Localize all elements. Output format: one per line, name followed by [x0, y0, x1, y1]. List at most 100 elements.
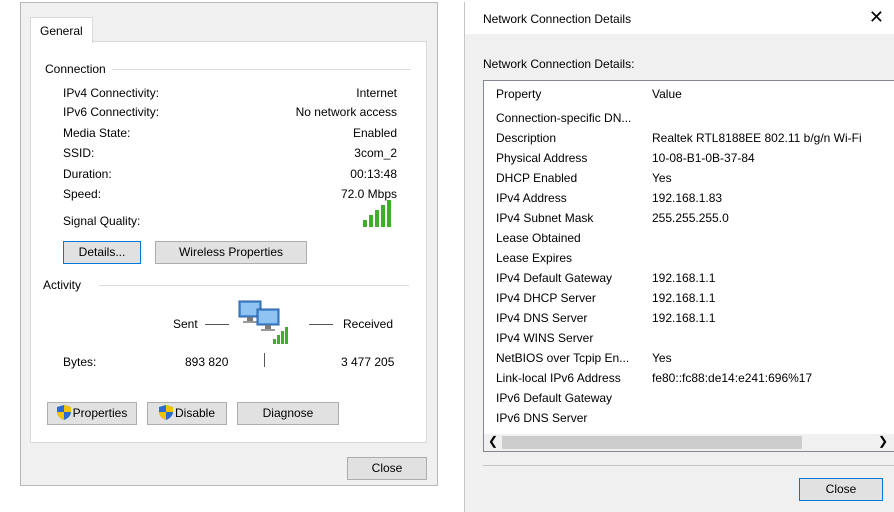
details-close-button[interactable]: Close — [799, 478, 883, 501]
list-item[interactable]: Lease Expires — [484, 249, 894, 269]
list-item[interactable]: IPv6 DNS Server — [484, 409, 894, 429]
value-cell: Realtek RTL8188EE 802.11 b/g/n Wi-Fi — [652, 131, 862, 145]
scroll-right-icon[interactable]: ❯ — [878, 434, 888, 448]
speed-value: 72.0 Mbps — [340, 187, 397, 201]
sent-line — [205, 324, 229, 325]
value-cell: 192.168.1.1 — [652, 271, 716, 285]
property-cell: Connection-specific DN... — [496, 111, 632, 125]
ipv4-connectivity-value: Internet — [356, 86, 397, 100]
speed-label: Speed: — [63, 187, 102, 201]
activity-divider — [264, 353, 265, 367]
sent-label: Sent — [173, 317, 198, 331]
property-cell: Description — [496, 131, 557, 145]
list-item[interactable]: Link-local IPv6 Address fe80::fc88:de14:e… — [484, 369, 894, 389]
scroll-left-icon[interactable]: ❮ — [488, 434, 498, 448]
connection-group-title: Connection — [45, 62, 112, 76]
wifi-status-dialog: General Connection IPv4 Connectivity: In… — [20, 2, 438, 486]
ipv6-connectivity-label: IPv6 Connectivity: — [63, 105, 160, 119]
details-title: Network Connection Details — [483, 12, 632, 26]
value-cell: 192.168.1.1 — [652, 311, 716, 325]
ipv4-connectivity-label: IPv4 Connectivity: — [63, 86, 160, 100]
bytes-received-value: 3 477 205 — [341, 355, 395, 369]
list-item[interactable]: Connection-specific DN... — [484, 109, 894, 129]
list-item[interactable]: Lease Obtained — [484, 229, 894, 249]
list-item[interactable]: IPv6 Default Gateway — [484, 389, 894, 409]
ssid-value: 3com_2 — [354, 146, 397, 160]
signal-quality-row: Signal Quality: — [63, 214, 397, 232]
received-label: Received — [343, 317, 394, 331]
property-cell: Lease Obtained — [496, 231, 581, 245]
value-cell: 192.168.1.83 — [652, 191, 723, 205]
close-icon[interactable]: ✕ — [869, 7, 884, 27]
duration-row: Duration: 00:13:48 — [63, 167, 397, 185]
column-value[interactable]: Value — [652, 87, 682, 101]
details-caption: Network Connection Details: — [483, 57, 635, 71]
bytes-sent-value: 893 820 — [185, 355, 229, 369]
property-cell: Link-local IPv6 Address — [496, 371, 621, 385]
horizontal-scrollbar[interactable]: ❮ ❯ — [484, 434, 894, 451]
details-list[interactable]: Property Value Connection-specific DN...… — [483, 80, 894, 452]
property-cell: IPv4 DHCP Server — [496, 291, 596, 305]
properties-button-label: Properties — [72, 406, 128, 420]
value-cell: fe80::fc88:de14:e241:696%17 — [652, 371, 813, 385]
property-cell: IPv4 Address — [496, 191, 567, 205]
details-titlebar: Network Connection Details ✕ — [465, 2, 894, 34]
list-item[interactable]: IPv4 Default Gateway 192.168.1.1 — [484, 269, 894, 289]
list-item[interactable]: IPv4 Subnet Mask 255.255.255.0 — [484, 209, 894, 229]
property-cell: IPv4 Default Gateway — [496, 271, 613, 285]
disable-button[interactable]: Disable — [147, 402, 227, 425]
list-item[interactable]: IPv4 DHCP Server 192.168.1.1 — [484, 289, 894, 309]
value-cell: Yes — [652, 171, 672, 185]
dialog-separator — [483, 465, 894, 466]
value-cell: 10-08-B1-0B-37-84 — [652, 151, 755, 165]
list-item[interactable]: Physical Address 10-08-B1-0B-37-84 — [484, 149, 894, 169]
list-item[interactable]: IPv4 DNS Server 192.168.1.1 — [484, 309, 894, 329]
ssid-label: SSID: — [63, 146, 95, 160]
properties-button[interactable]: Properties — [47, 402, 137, 425]
ipv6-connectivity-row: IPv6 Connectivity: No network access — [63, 105, 397, 123]
wireless-properties-button[interactable]: Wireless Properties — [155, 241, 307, 264]
bytes-label: Bytes: — [63, 355, 97, 369]
duration-value: 00:13:48 — [350, 167, 397, 181]
diagnose-button[interactable]: Diagnose — [237, 402, 339, 425]
close-button[interactable]: Close — [347, 457, 427, 480]
list-item[interactable]: DHCP Enabled Yes — [484, 169, 894, 189]
value-cell: 192.168.1.1 — [652, 291, 716, 305]
list-item[interactable]: Description Realtek RTL8188EE 802.11 b/g/… — [484, 129, 894, 149]
property-cell: IPv4 Subnet Mask — [496, 211, 594, 225]
list-item[interactable]: IPv4 Address 192.168.1.83 — [484, 189, 894, 209]
uac-shield-icon — [158, 405, 173, 420]
column-property[interactable]: Property — [496, 87, 541, 101]
property-cell: NetBIOS over Tcpip En... — [496, 351, 630, 365]
value-cell: 255.255.255.0 — [652, 211, 729, 225]
details-button[interactable]: Details... — [63, 241, 141, 264]
uac-shield-icon — [56, 405, 71, 420]
ipv6-connectivity-value: No network access — [295, 105, 397, 119]
list-item[interactable]: NetBIOS over Tcpip En... Yes — [484, 349, 894, 369]
property-cell: Physical Address — [496, 151, 588, 165]
activity-group-divider — [99, 285, 409, 286]
scrollbar-thumb[interactable] — [502, 436, 802, 449]
signal-quality-label: Signal Quality: — [63, 214, 141, 228]
connection-group-divider — [111, 69, 411, 70]
disable-button-label: Disable — [174, 406, 216, 420]
property-cell: IPv4 DNS Server — [496, 311, 588, 325]
property-cell: IPv4 WINS Server — [496, 331, 594, 345]
signal-strength-icon — [363, 200, 395, 227]
value-cell: Yes — [652, 351, 672, 365]
media-state-label: Media State: — [63, 126, 131, 140]
property-cell: Lease Expires — [496, 251, 573, 265]
speed-row: Speed: 72.0 Mbps — [63, 187, 397, 205]
duration-label: Duration: — [63, 167, 112, 181]
property-cell: IPv6 DNS Server — [496, 411, 588, 425]
tab-general[interactable]: General — [30, 17, 93, 43]
activity-group-title: Activity — [43, 278, 88, 292]
network-details-dialog: Network Connection Details ✕ Network Con… — [464, 2, 894, 512]
ipv4-connectivity-row: IPv4 Connectivity: Internet — [63, 86, 397, 104]
network-computers-icon — [238, 300, 288, 344]
list-item[interactable]: IPv4 WINS Server — [484, 329, 894, 349]
media-state-row: Media State: Enabled — [63, 126, 397, 144]
list-header: Property Value — [484, 85, 894, 105]
property-cell: IPv6 Default Gateway — [496, 391, 613, 405]
received-line — [309, 324, 333, 325]
